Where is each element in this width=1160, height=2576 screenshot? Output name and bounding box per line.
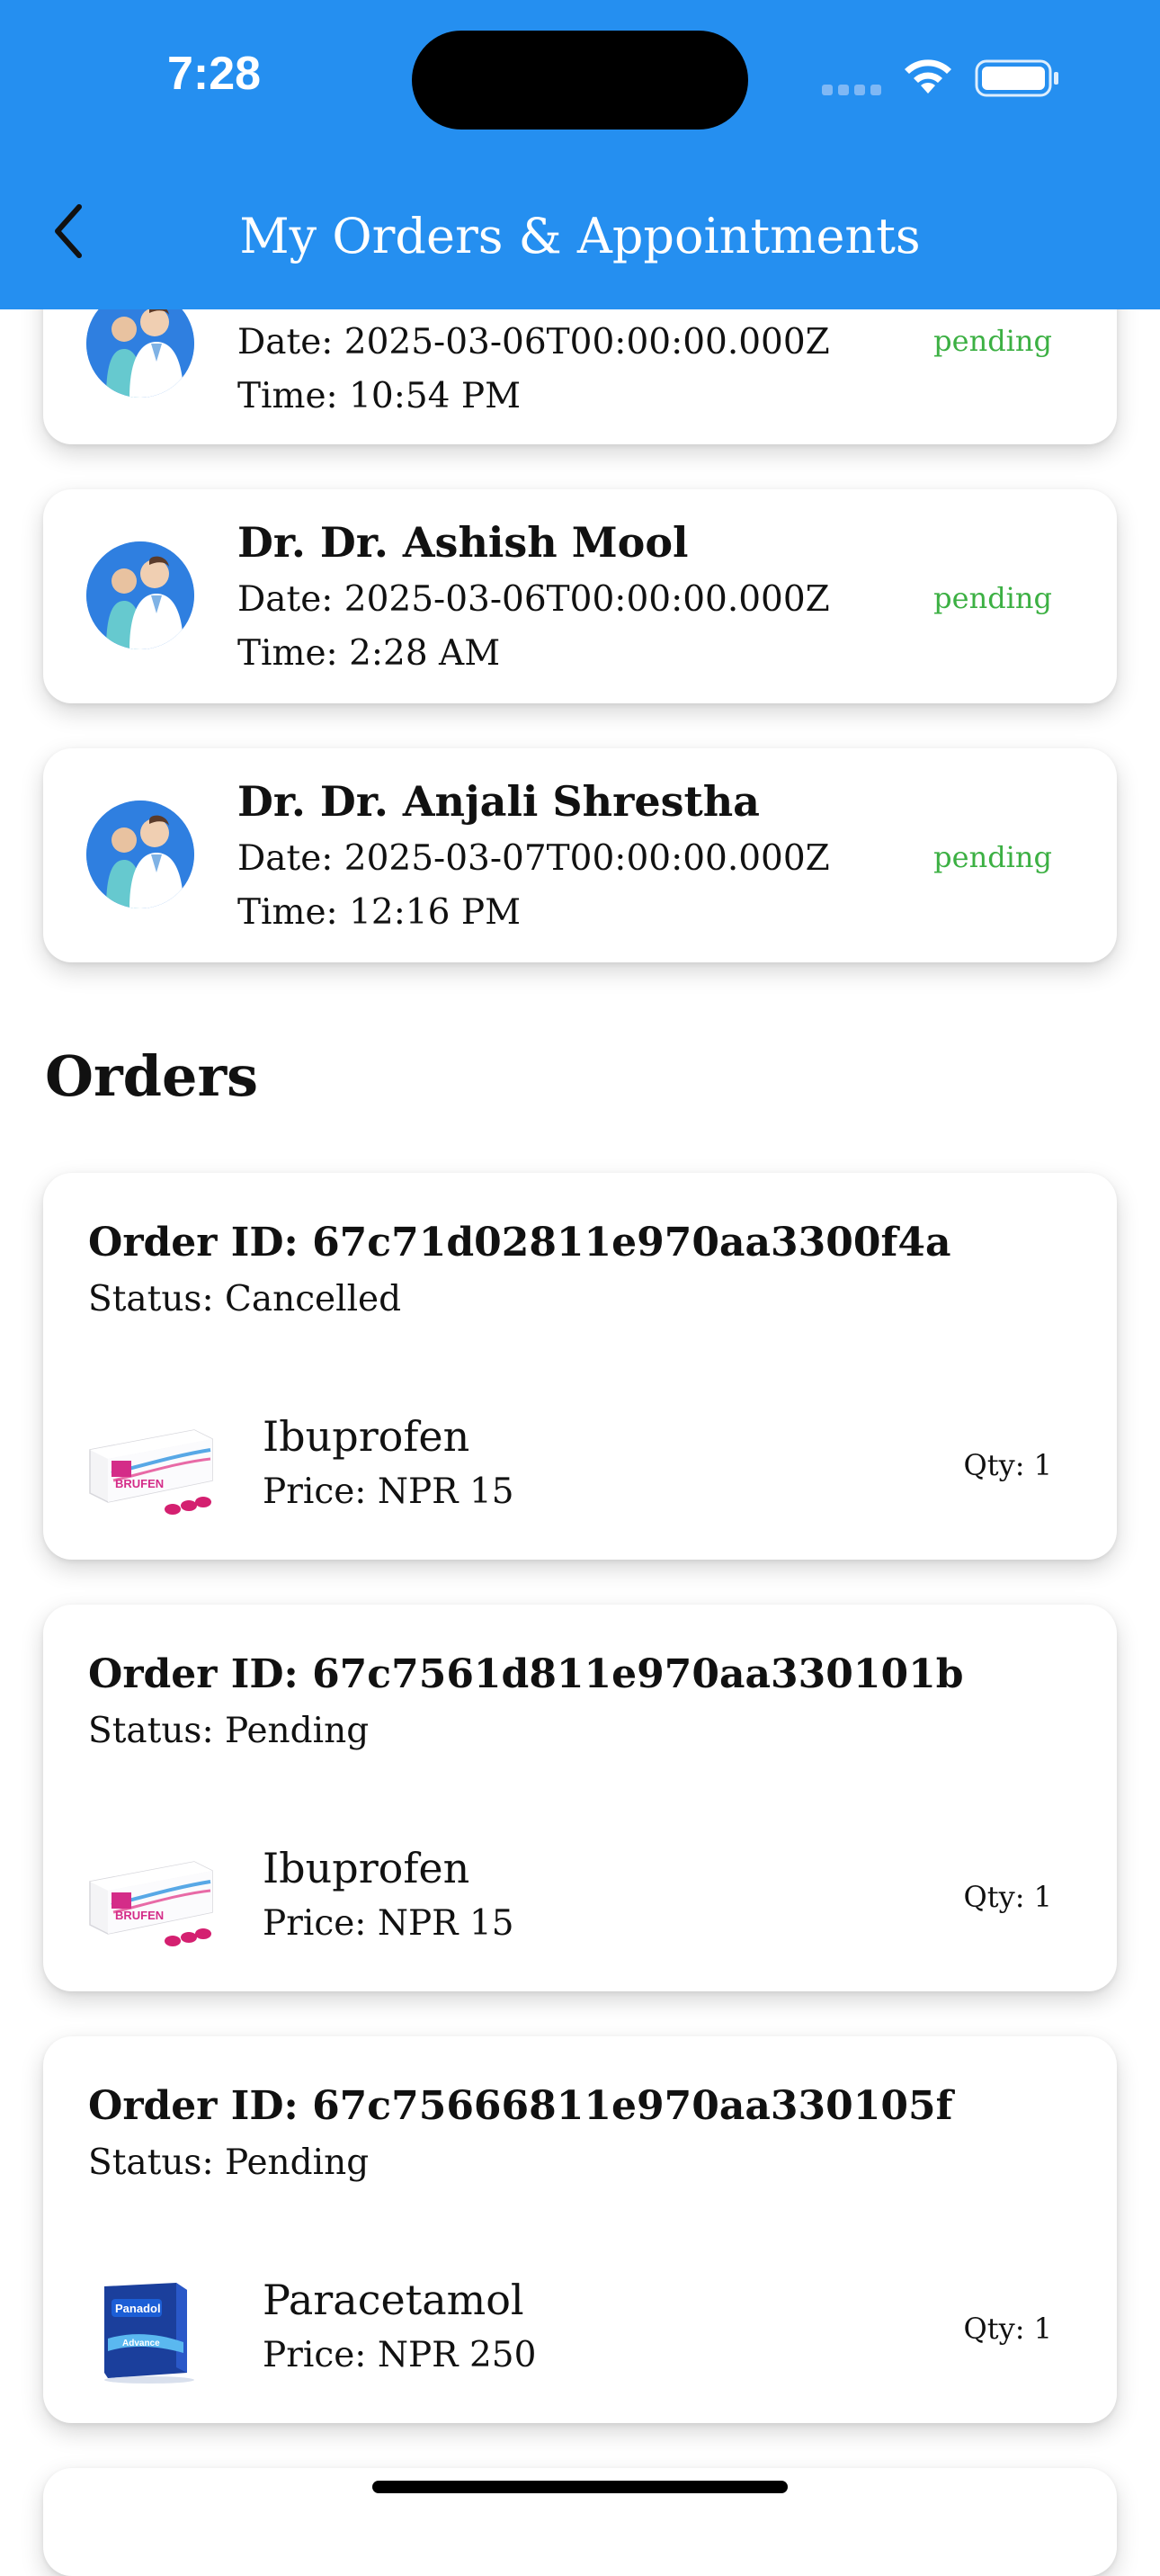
appointment-date: Date: 2025-03-06T00:00:00.000Z bbox=[237, 322, 830, 362]
brufen-box-image: BRUFEN bbox=[86, 1847, 216, 1955]
product-price: Price: NPR 15 bbox=[263, 1471, 514, 1512]
appointment-time: Time: 10:54 PM bbox=[237, 376, 522, 416]
svg-text:BRUFEN: BRUFEN bbox=[115, 1477, 164, 1490]
doctor-name: Dr. Dr. Anjali Shrestha bbox=[237, 777, 760, 826]
appointment-card[interactable]: Dr. Dr. Anjali Shrestha Date: 2025-03-07… bbox=[43, 748, 1117, 962]
product-name: Ibuprofen bbox=[263, 1412, 470, 1461]
product-name: Paracetamol bbox=[263, 2276, 524, 2324]
svg-text:Advance: Advance bbox=[122, 2339, 160, 2348]
doctor-avatar bbox=[86, 801, 194, 908]
order-id: Order ID: 67c71d02811e970aa3300f4a bbox=[88, 1220, 951, 1266]
status-time: 7:28 bbox=[167, 48, 262, 100]
product-name: Ibuprofen bbox=[263, 1844, 470, 1892]
wifi-icon bbox=[905, 59, 951, 94]
appointment-time: Time: 2:28 AM bbox=[237, 633, 501, 674]
home-indicator[interactable] bbox=[372, 2481, 788, 2493]
appointment-time: Time: 12:16 PM bbox=[237, 892, 522, 933]
order-status: Status: Pending bbox=[88, 1711, 370, 1751]
page-title: My Orders & Appointments bbox=[239, 208, 921, 264]
brufen-box-image: BRUFEN bbox=[86, 1416, 216, 1524]
product-qty: Qty: 1 bbox=[963, 2312, 1052, 2346]
product-price: Price: NPR 15 bbox=[263, 1903, 514, 1944]
svg-text:BRUFEN: BRUFEN bbox=[115, 1909, 164, 1922]
product-price: Price: NPR 250 bbox=[263, 2335, 537, 2375]
doctor-avatar bbox=[86, 541, 194, 649]
doctor-name: Dr. Dr. Ashish Mool bbox=[237, 518, 689, 567]
app-header: 7:28 My Orders & Appointments bbox=[0, 0, 1160, 309]
appointment-date: Date: 2025-03-07T00:00:00.000Z bbox=[237, 838, 830, 879]
battery-icon bbox=[975, 59, 1058, 97]
appointment-status: pending bbox=[933, 581, 1052, 615]
product-qty: Qty: 1 bbox=[963, 1448, 1052, 1482]
orders-heading: Orders bbox=[45, 1043, 259, 1109]
order-card[interactable]: Order ID: 67c7561d811e970aa330101b Statu… bbox=[43, 1605, 1117, 1991]
panadol-box-image: Panadol Advance bbox=[86, 2279, 216, 2387]
product-qty: Qty: 1 bbox=[963, 1880, 1052, 1914]
appointment-date: Date: 2025-03-06T00:00:00.000Z bbox=[237, 579, 830, 620]
order-id: Order ID: 67c75666811e970aa330105f bbox=[88, 2083, 953, 2129]
order-status: Status: Pending bbox=[88, 2142, 370, 2183]
appointment-status: pending bbox=[933, 840, 1052, 874]
appointment-card[interactable]: Dr. Dr. Ashish Mool Date: 2025-03-06T00:… bbox=[43, 489, 1117, 703]
order-status: Status: Cancelled bbox=[88, 1279, 402, 1319]
order-card[interactable]: Order ID: 67c75666811e970aa330105f Statu… bbox=[43, 2036, 1117, 2423]
svg-text:Panadol: Panadol bbox=[115, 2302, 161, 2315]
order-id: Order ID: 67c7561d811e970aa330101b bbox=[88, 1651, 964, 1697]
cellular-signal-icon bbox=[822, 85, 881, 95]
order-card[interactable]: Order ID: 67c71d02811e970aa3300f4a Statu… bbox=[43, 1173, 1117, 1560]
dynamic-island bbox=[412, 31, 748, 130]
appointment-status: pending bbox=[933, 324, 1052, 358]
